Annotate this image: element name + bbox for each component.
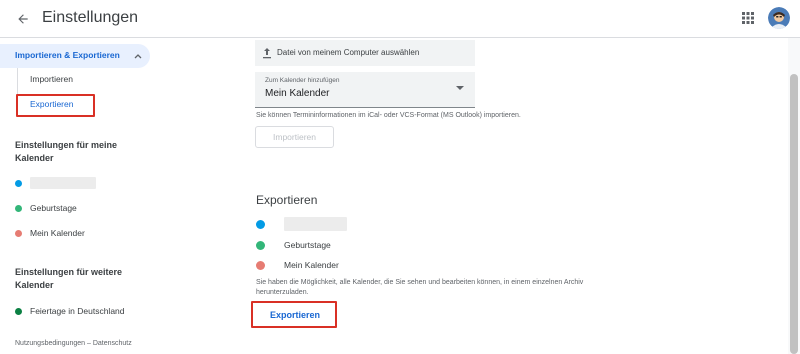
nav-section-import-export[interactable]: Importieren & Exportieren xyxy=(0,44,150,68)
sidebar-calendar-item[interactable]: Mein Kalender xyxy=(15,226,85,240)
apps-button[interactable] xyxy=(740,10,756,26)
export-calendar-item: Mein Kalender xyxy=(256,258,339,272)
export-calendar-item: Geburtstage xyxy=(256,238,331,252)
sidebar-item-exportieren[interactable]: Exportieren xyxy=(30,99,73,109)
calendar-color-dot xyxy=(256,260,265,270)
scrollbar-track xyxy=(788,38,800,354)
calendar-label: Geburtstage xyxy=(284,240,331,250)
calendar-color-dot xyxy=(256,240,265,250)
calendar-color-dot xyxy=(15,179,22,187)
calendar-label: Mein Kalender xyxy=(284,260,339,270)
import-hint: Sie können Termininformationen im iCal- … xyxy=(256,112,521,119)
calendar-color-dot xyxy=(15,229,22,237)
arrow-left-icon xyxy=(18,14,28,24)
calendar-color-dot xyxy=(15,204,22,212)
app-header: Einstellungen xyxy=(0,0,800,38)
calendar-label: Feiertage in Deutschland xyxy=(30,306,125,316)
import-file-button[interactable]: Datei von meinem Computer auswählen xyxy=(255,40,475,66)
import-file-label: Datei von meinem Computer auswählen xyxy=(277,48,420,57)
calendar-label: Mein Kalender xyxy=(30,228,85,238)
page-title: Einstellungen xyxy=(42,9,139,26)
other-calendars-heading: Einstellungen für weitere Kalender xyxy=(15,267,123,290)
back-button[interactable] xyxy=(12,8,34,30)
sidebar-calendar-item[interactable]: Feiertage in Deutschland xyxy=(15,304,125,318)
sidebar-calendar-item[interactable]: Geburtstage xyxy=(15,201,77,215)
my-calendars-heading: Einstellungen für meine Kalender xyxy=(15,140,118,163)
export-hint-line2: herunterzuladen. xyxy=(256,289,309,296)
calendar-color-dot xyxy=(256,219,265,229)
calendar-select[interactable]: Zum Kalender hinzufügen Mein Kalender xyxy=(255,72,475,108)
footer-links[interactable]: Nutzungsbedingungen – Datenschutz xyxy=(15,340,132,347)
grid-apps-icon xyxy=(742,12,754,24)
calendar-label: Geburtstage xyxy=(30,203,77,213)
export-calendar-item xyxy=(256,217,347,231)
nav-section-label: Importieren & Exportieren xyxy=(15,50,120,60)
import-button[interactable]: Importieren xyxy=(255,126,334,148)
export-hint-line1: Sie haben die Möglichkeit, alle Kalender… xyxy=(256,279,584,286)
calendar-color-dot xyxy=(15,307,22,315)
calendar-select-value: Mein Kalender xyxy=(265,88,330,99)
calendar-name-redacted xyxy=(30,177,96,189)
avatar[interactable] xyxy=(768,7,790,29)
scrollbar-thumb[interactable] xyxy=(790,74,798,354)
export-button[interactable]: Exportieren xyxy=(258,305,332,325)
upload-icon xyxy=(263,48,271,59)
sidebar-item-importieren[interactable]: Importieren xyxy=(30,74,73,84)
sidebar-calendar-item[interactable] xyxy=(15,176,96,190)
calendar-name-redacted xyxy=(284,217,347,231)
export-section-title: Exportieren xyxy=(256,193,318,207)
user-avatar-icon xyxy=(768,7,790,29)
calendar-select-label: Zum Kalender hinzufügen xyxy=(265,77,340,84)
dropdown-caret-icon xyxy=(456,86,464,90)
chevron-up-icon xyxy=(134,54,142,59)
